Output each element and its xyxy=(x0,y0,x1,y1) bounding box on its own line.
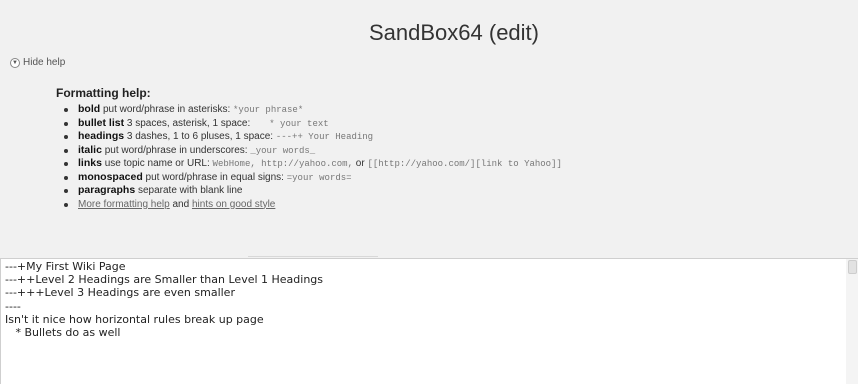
help-text: and xyxy=(169,198,192,210)
help-item-more: More formatting help and hints on good s… xyxy=(62,198,562,212)
divider xyxy=(248,256,378,257)
help-code: WebHome, http://yahoo.com, xyxy=(212,159,353,169)
help-code: *your phrase* xyxy=(233,105,304,115)
page-title: SandBox64 (edit) xyxy=(369,20,539,45)
help-text: put word/phrase in equal signs: xyxy=(142,171,287,183)
editor-scrollbar[interactable] xyxy=(846,258,858,384)
more-formatting-help-link[interactable]: More formatting help xyxy=(78,199,170,210)
help-item-paragraphs: paragraphs separate with blank line xyxy=(62,184,562,198)
help-term: bold xyxy=(78,103,101,115)
help-item-bullet-list: bullet list 3 spaces, asterisk, 1 space:… xyxy=(62,117,562,131)
help-text: or xyxy=(352,158,368,169)
help-code: =your words= xyxy=(286,172,352,183)
hints-on-good-style-link[interactable]: hints on good style xyxy=(192,199,275,210)
help-term: links xyxy=(78,157,102,169)
help-item-monospaced: monospaced put word/phrase in equal sign… xyxy=(62,171,562,185)
formatting-help-list: bold put word/phrase in asterisks: *your… xyxy=(62,103,562,211)
collapse-icon[interactable]: ▼ xyxy=(10,57,20,68)
help-item-links: links use topic name or URL: WebHome, ht… xyxy=(62,157,562,171)
help-term: headings xyxy=(78,130,125,142)
help-term: paragraphs xyxy=(78,184,136,196)
help-item-italic: italic put word/phrase in underscores: _… xyxy=(62,144,562,158)
help-code: ---++ Your Heading xyxy=(275,132,374,142)
help-text: put word/phrase in underscores: xyxy=(101,144,251,156)
help-term: bullet list xyxy=(78,116,125,129)
help-term: italic xyxy=(78,143,102,156)
help-code: [[http://yahoo.com/][link to Yahoo]] xyxy=(367,159,562,169)
help-text: put word/phrase in asterisks: xyxy=(100,104,234,115)
help-code: * your text xyxy=(253,118,329,129)
formatting-help-heading: Formatting help: xyxy=(56,86,151,100)
help-term: monospaced xyxy=(78,170,143,183)
help-text: 3 spaces, asterisk, 1 space: xyxy=(124,117,254,129)
help-item-headings: headings 3 dashes, 1 to 6 pluses, 1 spac… xyxy=(62,130,562,144)
help-text: use topic name or URL: xyxy=(101,158,213,169)
wiki-text-editor[interactable]: ---+My First Wiki Page ---++Level 2 Head… xyxy=(0,258,846,384)
help-item-bold: bold put word/phrase in asterisks: *your… xyxy=(62,103,562,117)
help-code: _your words_ xyxy=(250,145,316,156)
help-text: 3 dashes, 1 to 6 pluses, 1 space: xyxy=(124,131,276,142)
hide-help-label[interactable]: Hide help xyxy=(23,57,65,68)
editor-scrollbar-thumb[interactable] xyxy=(848,260,857,274)
hide-help-toggle[interactable]: ▼ Hide help xyxy=(10,57,65,68)
help-text: separate with blank line xyxy=(135,185,243,196)
